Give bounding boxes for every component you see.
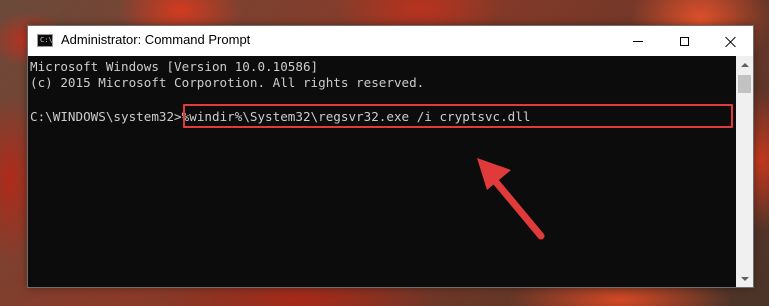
chevron-up-icon	[740, 62, 749, 67]
window-title: Administrator: Command Prompt	[61, 32, 251, 47]
scroll-up-button[interactable]	[736, 56, 753, 73]
minimize-button[interactable]	[615, 26, 661, 56]
maximize-button[interactable]	[661, 26, 707, 56]
console-line-version: Microsoft Windows [Version 10.0.10586]	[30, 59, 319, 74]
chevron-down-icon	[740, 276, 749, 281]
maximize-icon	[679, 36, 689, 46]
cmd-icon[interactable]: C:\	[37, 34, 53, 47]
close-button[interactable]	[707, 26, 753, 56]
console-prompt: C:\WINDOWS\system32>	[30, 109, 182, 124]
command-highlight-box	[183, 104, 733, 128]
close-icon	[725, 36, 736, 47]
minimize-icon	[633, 40, 643, 42]
console-output[interactable]: Microsoft Windows [Version 10.0.10586] (…	[28, 56, 736, 287]
vertical-scrollbar[interactable]	[736, 56, 753, 287]
console-line-copyright: (c) 2015 Microsoft Corporotion. All righ…	[30, 75, 425, 90]
command-prompt-window[interactable]: C:\ Administrator: Command Prompt Micros…	[27, 25, 754, 288]
arrow-icon	[477, 158, 545, 240]
title-bar[interactable]: C:\ Administrator: Command Prompt	[28, 26, 753, 56]
scroll-down-button[interactable]	[736, 270, 753, 287]
scrollbar-thumb[interactable]	[738, 75, 751, 93]
